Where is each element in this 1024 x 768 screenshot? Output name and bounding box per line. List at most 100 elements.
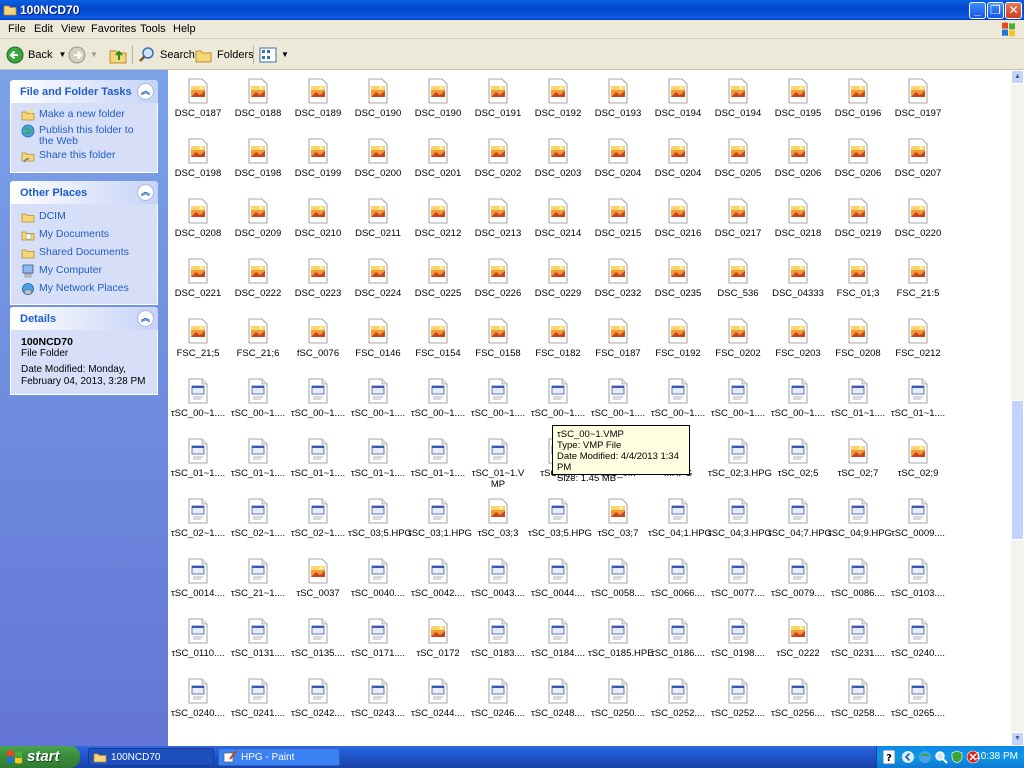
file-item[interactable]: τSC_0037 xyxy=(288,550,348,606)
file-item[interactable]: DSC_0196 xyxy=(828,70,888,126)
place-dcim[interactable]: DCIM xyxy=(21,211,149,224)
file-item[interactable]: τSC_0110.... xyxy=(168,610,228,666)
file-item[interactable]: DSC_0201 xyxy=(408,130,468,186)
file-item[interactable]: τSC_0252.... xyxy=(648,670,708,726)
file-item[interactable]: τSC_03;1.HPG xyxy=(408,490,472,546)
file-item[interactable]: DSC_0217 xyxy=(708,190,768,246)
file-item[interactable]: DSC_0212 xyxy=(408,190,468,246)
taskbar-button-paint[interactable]: HPG - Paint xyxy=(218,748,340,766)
file-item[interactable]: DSC_04333 xyxy=(768,250,828,306)
back-chevron-icon[interactable] xyxy=(901,750,915,764)
file-item[interactable]: FSC_0182 xyxy=(528,310,588,366)
file-item[interactable]: DSC_0213 xyxy=(468,190,528,246)
file-item[interactable]: DSC_0220 xyxy=(888,190,948,246)
file-item[interactable]: FSC_0146 xyxy=(348,310,408,366)
file-item[interactable]: τSC_0040.... xyxy=(348,550,408,606)
scroll-up-arrow-icon[interactable]: ▲ xyxy=(1011,70,1024,84)
panel-header[interactable]: File and Folder Tasks ︽ xyxy=(10,80,158,103)
file-item[interactable]: τSC_02~1.... xyxy=(288,490,348,546)
file-item[interactable]: DSC_0223 xyxy=(288,250,348,306)
file-item[interactable]: DSC_0224 xyxy=(348,250,408,306)
collapse-chevron-icon[interactable]: ︽ xyxy=(137,83,154,100)
file-item[interactable]: τSC_0079.... xyxy=(768,550,828,606)
maximize-button[interactable]: ❐ xyxy=(987,2,1004,19)
file-item[interactable]: DSC_0221 xyxy=(168,250,228,306)
file-item[interactable]: τSC_00~1.... xyxy=(228,370,288,426)
collapse-chevron-icon[interactable]: ︽ xyxy=(137,184,154,201)
file-item[interactable]: τSC_00~1.... xyxy=(588,370,648,426)
file-item[interactable]: DSC_0202 xyxy=(468,130,528,186)
file-item[interactable]: FSC_0203 xyxy=(768,310,828,366)
file-item[interactable]: DSC_0198 xyxy=(228,130,288,186)
file-item[interactable]: fSC_0076 xyxy=(288,310,348,366)
file-item[interactable]: τSC_0256.... xyxy=(768,670,828,726)
file-item[interactable]: DSC_0209 xyxy=(228,190,288,246)
file-item[interactable]: τSC_0265.... xyxy=(888,670,948,726)
folders-button[interactable]: Folders xyxy=(195,43,254,66)
task-share-folder[interactable]: Share this folder xyxy=(21,150,149,163)
file-item[interactable]: DSC_0205 xyxy=(708,130,768,186)
menu-file[interactable]: File xyxy=(8,23,26,35)
file-item[interactable]: τSC_0183.... xyxy=(468,610,528,666)
panel-header[interactable]: Details ︽ xyxy=(10,307,158,330)
file-item[interactable]: τSC_0171.... xyxy=(348,610,408,666)
file-item[interactable]: DSC_0210 xyxy=(288,190,348,246)
file-item[interactable]: DSC_0199 xyxy=(288,130,348,186)
file-item[interactable]: DSC_0204 xyxy=(648,130,708,186)
file-item[interactable]: DSC_0222 xyxy=(228,250,288,306)
file-item[interactable]: FSC_0212 xyxy=(888,310,948,366)
file-item[interactable]: τSC_01~1.... xyxy=(348,430,408,486)
file-item[interactable]: τSC_01~1.... xyxy=(828,370,888,426)
panel-header[interactable]: Other Places ︽ xyxy=(10,181,158,204)
file-item[interactable]: τSC_0186.... xyxy=(648,610,708,666)
file-item[interactable]: τSC_03;7 xyxy=(588,490,648,546)
file-item[interactable]: DSC_0197 xyxy=(888,70,948,126)
file-item[interactable]: DSC_0189 xyxy=(288,70,348,126)
search-button[interactable]: Search xyxy=(138,43,195,66)
forward-dropdown-icon[interactable]: ▼ xyxy=(90,50,98,59)
file-item[interactable]: DSC_0214 xyxy=(528,190,588,246)
menu-help[interactable]: Help xyxy=(173,23,196,35)
file-item[interactable]: DSC_0200 xyxy=(348,130,408,186)
file-item[interactable]: FSC_0187 xyxy=(588,310,648,366)
menu-favorites[interactable]: Favorites xyxy=(91,23,136,35)
file-item[interactable]: FSC_0208 xyxy=(828,310,888,366)
start-button[interactable]: start xyxy=(0,746,80,768)
file-item[interactable]: τSC_04;3.HPG xyxy=(708,490,772,546)
file-item[interactable]: τSC_0135.... xyxy=(288,610,348,666)
file-item[interactable]: τSC_01~1.... xyxy=(228,430,288,486)
file-item[interactable]: DSC_0193 xyxy=(588,70,648,126)
collapse-chevron-icon[interactable]: ︽ xyxy=(137,310,154,327)
file-item[interactable]: τSC_0086.... xyxy=(828,550,888,606)
task-publish-folder[interactable]: Publish this folder to the Web xyxy=(21,125,149,147)
close-button[interactable]: ✕ xyxy=(1005,2,1022,19)
file-item[interactable]: DSC_0211 xyxy=(348,190,408,246)
file-item[interactable]: DSC_536 xyxy=(708,250,768,306)
file-item[interactable]: τSC_0248.... xyxy=(528,670,588,726)
file-item[interactable]: DSC_0204 xyxy=(588,130,648,186)
file-item[interactable]: τSC_02~1.... xyxy=(228,490,288,546)
forward-button[interactable]: ▼ xyxy=(68,43,98,66)
file-list-view[interactable]: DSC_0187 DSC_0188 DSC_0189 DSC_0190 DSC_0190… xyxy=(168,70,1011,746)
file-item[interactable]: τSC_00~1.... xyxy=(768,370,828,426)
file-item[interactable]: FSC_0202 xyxy=(708,310,768,366)
back-dropdown-icon[interactable]: ▼ xyxy=(58,50,66,59)
file-item[interactable]: τSC_0044.... xyxy=(528,550,588,606)
file-item[interactable]: DSC_0219 xyxy=(828,190,888,246)
title-bar[interactable]: 100NCD70 _ ❐ ✕ xyxy=(0,0,1024,20)
file-item[interactable]: τSC_0172 xyxy=(408,610,468,666)
file-item[interactable]: τSC_0240.... xyxy=(168,670,228,726)
file-item[interactable]: τSC_0222 xyxy=(768,610,828,666)
file-item[interactable]: DSC_0190 xyxy=(348,70,408,126)
file-item[interactable]: τSC_0184.... xyxy=(528,610,588,666)
file-item[interactable]: τSC_0244.... xyxy=(408,670,468,726)
file-item[interactable]: τSC_01~1.... xyxy=(288,430,348,486)
file-item[interactable]: τSC_0043.... xyxy=(468,550,528,606)
file-item[interactable]: τSC_04;9.HPG xyxy=(828,490,892,546)
file-item[interactable]: τSC_00~1.... xyxy=(648,370,708,426)
scroll-thumb[interactable] xyxy=(1011,400,1024,540)
place-my-network-places[interactable]: My Network Places xyxy=(21,283,149,296)
up-folder-button[interactable] xyxy=(108,43,132,66)
file-item[interactable]: FSC_21;6 xyxy=(228,310,288,366)
place-my-documents[interactable]: My Documents xyxy=(21,229,149,242)
